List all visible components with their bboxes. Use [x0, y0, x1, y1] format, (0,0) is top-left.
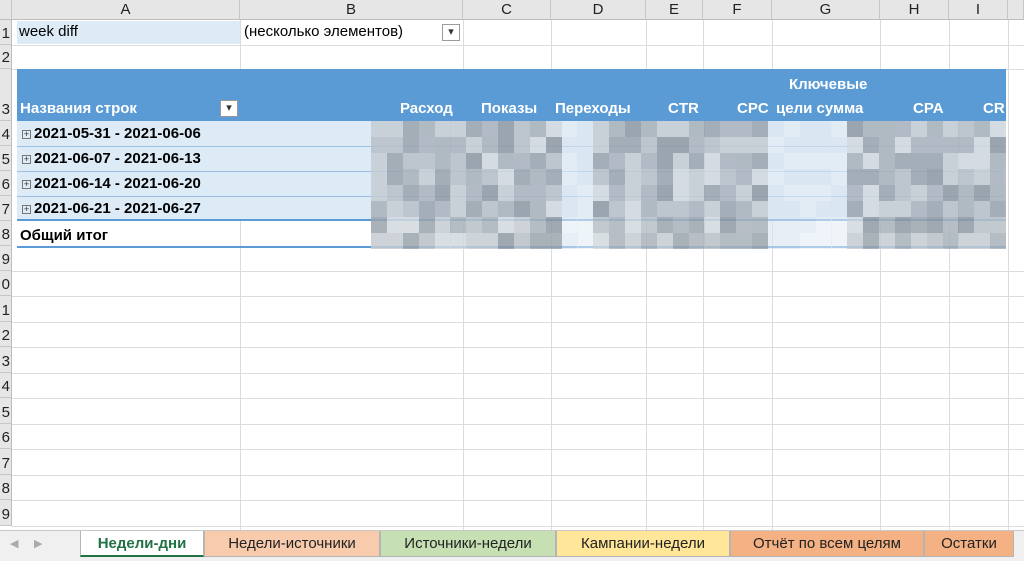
- header-spend: Расход: [400, 100, 453, 117]
- row-header-7[interactable]: 7: [0, 196, 12, 221]
- column-header-d[interactable]: D: [551, 0, 646, 20]
- column-header-c[interactable]: C: [463, 0, 551, 20]
- sheet-tab-istochniki-nedeli[interactable]: Источники-недели: [380, 531, 556, 557]
- sheet-tab-otchet-po-vsem-celyam[interactable]: Отчёт по всем целям: [730, 531, 924, 557]
- spreadsheet-grid[interactable]: A B C D E F G H I 1 2 3 4 5 6 7 8 9 0 1 …: [0, 0, 1024, 530]
- column-header-f[interactable]: F: [703, 0, 772, 20]
- row-header-18[interactable]: 8: [0, 475, 12, 500]
- filter-funnel-icon: ▾: [226, 102, 232, 114]
- redacted-values: [371, 121, 1007, 249]
- scroll-tabs-right-icon[interactable]: ▶: [34, 537, 42, 550]
- column-header-b[interactable]: B: [240, 0, 463, 20]
- expand-icon[interactable]: +: [22, 155, 31, 164]
- row-header-2[interactable]: 2: [0, 45, 12, 69]
- pivot-row-label[interactable]: +2021-06-21 - 2021-06-27: [22, 200, 201, 217]
- row-header-1[interactable]: 1: [0, 20, 12, 45]
- column-header-a[interactable]: A: [12, 0, 240, 20]
- row-header-5[interactable]: 5: [0, 146, 12, 171]
- row-labels-filter-button[interactable]: ▾: [220, 100, 238, 117]
- row-header-3[interactable]: 3: [0, 69, 12, 121]
- row-header-16[interactable]: 6: [0, 424, 12, 449]
- row-header-19[interactable]: 9: [0, 500, 12, 526]
- sheet-tab-nedeli-istochniki[interactable]: Недели-источники: [204, 531, 380, 557]
- expand-icon[interactable]: +: [22, 180, 31, 189]
- header-goals-line1: Ключевые: [789, 76, 868, 93]
- row-header-10[interactable]: 0: [0, 271, 12, 296]
- filter-value[interactable]: (несколько элементов): [244, 23, 403, 40]
- sheet-tab-ostatki[interactable]: Остатки: [924, 531, 1014, 557]
- header-cr: CR: [983, 100, 1005, 117]
- header-clicks: Переходы: [555, 100, 631, 117]
- row-labels-header: Названия строк: [20, 100, 137, 117]
- expand-icon[interactable]: +: [22, 205, 31, 214]
- row-header-13[interactable]: 3: [0, 347, 12, 373]
- grand-total-label[interactable]: Общий итог: [20, 227, 108, 244]
- sheet-tab-bar: ◀ ▶ Недели-дни Недели-источники Источник…: [0, 530, 1024, 561]
- sheet-tab-nedeli-dni[interactable]: Недели-дни: [80, 531, 204, 557]
- row-header-8[interactable]: 8: [0, 221, 12, 246]
- row-header-11[interactable]: 1: [0, 296, 12, 322]
- column-header-e[interactable]: E: [646, 0, 703, 20]
- row-header-14[interactable]: 4: [0, 373, 12, 398]
- column-header-h[interactable]: H: [880, 0, 949, 20]
- expand-icon[interactable]: +: [22, 130, 31, 139]
- row-header-9[interactable]: 9: [0, 246, 12, 271]
- header-ctr: CTR: [668, 100, 699, 117]
- row-header-17[interactable]: 7: [0, 449, 12, 475]
- header-cpa: CPA: [913, 100, 944, 117]
- pivot-row-label[interactable]: +2021-05-31 - 2021-06-06: [22, 125, 201, 142]
- row-header-6[interactable]: 6: [0, 171, 12, 196]
- header-goals-line2: цели сумма: [776, 100, 864, 117]
- filter-dropdown-button[interactable]: ▾: [442, 24, 460, 41]
- scroll-tabs-left-icon[interactable]: ◀: [10, 537, 18, 550]
- sheet-tab-kampanii-nedeli[interactable]: Кампании-недели: [556, 531, 730, 557]
- column-header-g[interactable]: G: [772, 0, 880, 20]
- filter-field-label: week diff: [19, 23, 78, 40]
- row-header-12[interactable]: 2: [0, 322, 12, 347]
- filter-funnel-icon: ▾: [448, 26, 454, 38]
- corner-select-all[interactable]: [0, 0, 12, 20]
- header-impressions: Показы: [481, 100, 538, 117]
- header-cpc: CPC: [737, 100, 769, 117]
- pivot-row-label[interactable]: +2021-06-14 - 2021-06-20: [22, 175, 201, 192]
- row-header-4[interactable]: 4: [0, 121, 12, 146]
- column-header-i[interactable]: I: [949, 0, 1008, 20]
- column-header-next[interactable]: [1008, 0, 1024, 20]
- row-header-15[interactable]: 5: [0, 398, 12, 424]
- pivot-row-label[interactable]: +2021-06-07 - 2021-06-13: [22, 150, 201, 167]
